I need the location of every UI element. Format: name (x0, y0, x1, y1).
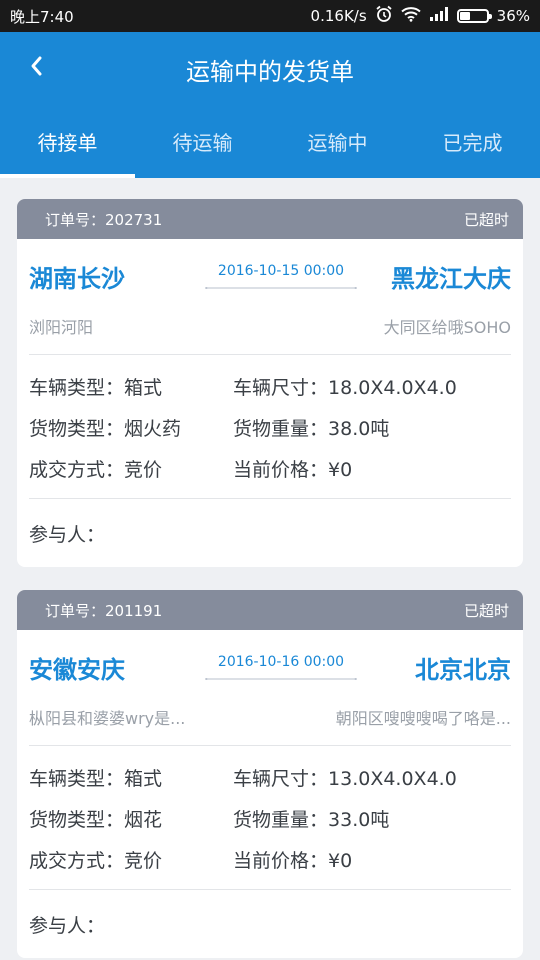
order-number: 订单号：202731 (45, 210, 163, 229)
destination-city: 黑龙江大庆 (391, 265, 511, 293)
cargo-type-label: 货物类型： (29, 418, 125, 440)
status-time: 晚上7:40 (10, 7, 74, 26)
vehicle-type-label: 车辆类型： (29, 377, 125, 399)
page-title: 运输中的发货单 (186, 58, 354, 86)
ship-date: 2016-10-15 00:00 (217, 263, 345, 279)
detail-row: 成交方式：竞价 当前价格：¥0 (29, 846, 352, 873)
ship-date: 2016-10-16 00:00 (217, 654, 345, 670)
order-details: 车辆类型：箱式 车辆尺寸：13.0X4.0X4.0 货物类型：烟花 货物重量：3… (29, 746, 511, 890)
app-header: 运输中的发货单 待接单 待运输 运输中 已完成 (0, 32, 540, 178)
destination-city: 北京北京 (415, 656, 511, 684)
participants-label: 参与人： (29, 523, 106, 546)
vehicle-size-label: 车辆尺寸： (233, 768, 329, 790)
status-badge: 已超时 (463, 210, 509, 229)
cargo-weight-label: 货物重量： (233, 809, 329, 831)
detail-row: 货物类型：烟火药 货物重量：38.0吨 (29, 414, 389, 441)
participants-row: 参与人： (29, 499, 511, 567)
alarm-clock-icon (375, 5, 393, 27)
status-badge: 已超时 (463, 601, 509, 620)
tab-completed[interactable]: 已完成 (405, 122, 540, 178)
participants-label: 参与人： (29, 914, 106, 937)
deal-method-label: 成交方式： (29, 459, 125, 481)
status-bar: 晚上7:40 0.16K/s 36% (0, 0, 540, 32)
cargo-type-value: 烟花 (124, 809, 163, 831)
vehicle-type-label: 车辆类型： (29, 768, 125, 790)
cargo-weight-value: 33.0吨 (328, 809, 390, 831)
vehicle-type-value: 箱式 (124, 377, 163, 399)
signal-icon (429, 7, 449, 25)
order-list[interactable]: 订单号：202731 已超时 湖南长沙 2016-10-15 00:00 黑龙江… (0, 178, 540, 960)
battery-percent: 36% (496, 7, 530, 25)
vehicle-size-value: 18.0X4.0X4.0 (328, 377, 457, 399)
route-section: 湖南长沙 2016-10-15 00:00 黑龙江大庆 浏阳河阳 大同区给哦SO… (29, 239, 511, 355)
origin-address: 浏阳河阳 (29, 318, 94, 337)
tab-pending-transport[interactable]: 待运输 (135, 122, 270, 178)
current-price-label: 当前价格： (233, 850, 329, 872)
route-arrow-icon (205, 287, 357, 289)
origin-address: 枞阳县和婆婆wry是... (29, 709, 186, 728)
detail-row: 货物类型：烟花 货物重量：33.0吨 (29, 805, 389, 832)
order-details: 车辆类型：箱式 车辆尺寸：18.0X4.0X4.0 货物类型：烟火药 货物重量：… (29, 355, 511, 499)
tab-bar: 待接单 待运输 运输中 已完成 (0, 122, 540, 178)
vehicle-size-label: 车辆尺寸： (233, 377, 329, 399)
order-card-header: 订单号：201191 已超时 (17, 590, 523, 630)
current-price-label: 当前价格： (233, 459, 329, 481)
order-card[interactable]: 订单号：202731 已超时 湖南长沙 2016-10-15 00:00 黑龙江… (17, 199, 523, 567)
origin-city: 安徽安庆 (29, 656, 125, 684)
wifi-icon (400, 6, 421, 26)
tab-label: 已完成 (442, 131, 503, 155)
order-card[interactable]: 订单号：201191 已超时 安徽安庆 2016-10-16 00:00 北京北… (17, 590, 523, 958)
detail-row: 成交方式：竞价 当前价格：¥0 (29, 455, 352, 482)
vehicle-type-value: 箱式 (124, 768, 163, 790)
deal-method-value: 竞价 (124, 459, 163, 481)
battery-level (459, 12, 470, 20)
destination-address: 朝阳区嗖嗖嗖喝了咯是... (335, 709, 511, 728)
destination-address: 大同区给哦SOHO (383, 318, 511, 337)
cargo-weight-value: 38.0吨 (328, 418, 390, 440)
tab-label: 待接单 (37, 131, 98, 155)
tab-in-transit[interactable]: 运输中 (270, 122, 405, 178)
tab-pending-accept[interactable]: 待接单 (0, 122, 135, 178)
detail-row: 车辆类型：箱式 车辆尺寸：18.0X4.0X4.0 (29, 373, 457, 400)
route-arrow-icon (205, 678, 357, 680)
tab-label: 运输中 (307, 131, 368, 155)
detail-row: 车辆类型：箱式 车辆尺寸：13.0X4.0X4.0 (29, 764, 457, 791)
cargo-weight-label: 货物重量： (233, 418, 329, 440)
cargo-type-label: 货物类型： (29, 809, 125, 831)
battery-icon (456, 9, 492, 23)
cargo-type-value: 烟火药 (124, 418, 182, 440)
status-right: 0.16K/s 36% (311, 5, 530, 27)
current-price-value: ¥0 (328, 459, 353, 481)
current-price-value: ¥0 (328, 850, 353, 872)
network-speed: 0.16K/s (310, 7, 367, 25)
route-section: 安徽安庆 2016-10-16 00:00 北京北京 枞阳县和婆婆wry是...… (29, 630, 511, 746)
participants-row: 参与人： (29, 890, 511, 958)
order-card-header: 订单号：202731 已超时 (17, 199, 523, 239)
order-number: 订单号：201191 (45, 601, 163, 620)
origin-city: 湖南长沙 (29, 265, 125, 293)
deal-method-label: 成交方式： (29, 850, 125, 872)
vehicle-size-value: 13.0X4.0X4.0 (328, 768, 457, 790)
deal-method-value: 竞价 (124, 850, 163, 872)
tab-label: 待运输 (172, 131, 233, 155)
